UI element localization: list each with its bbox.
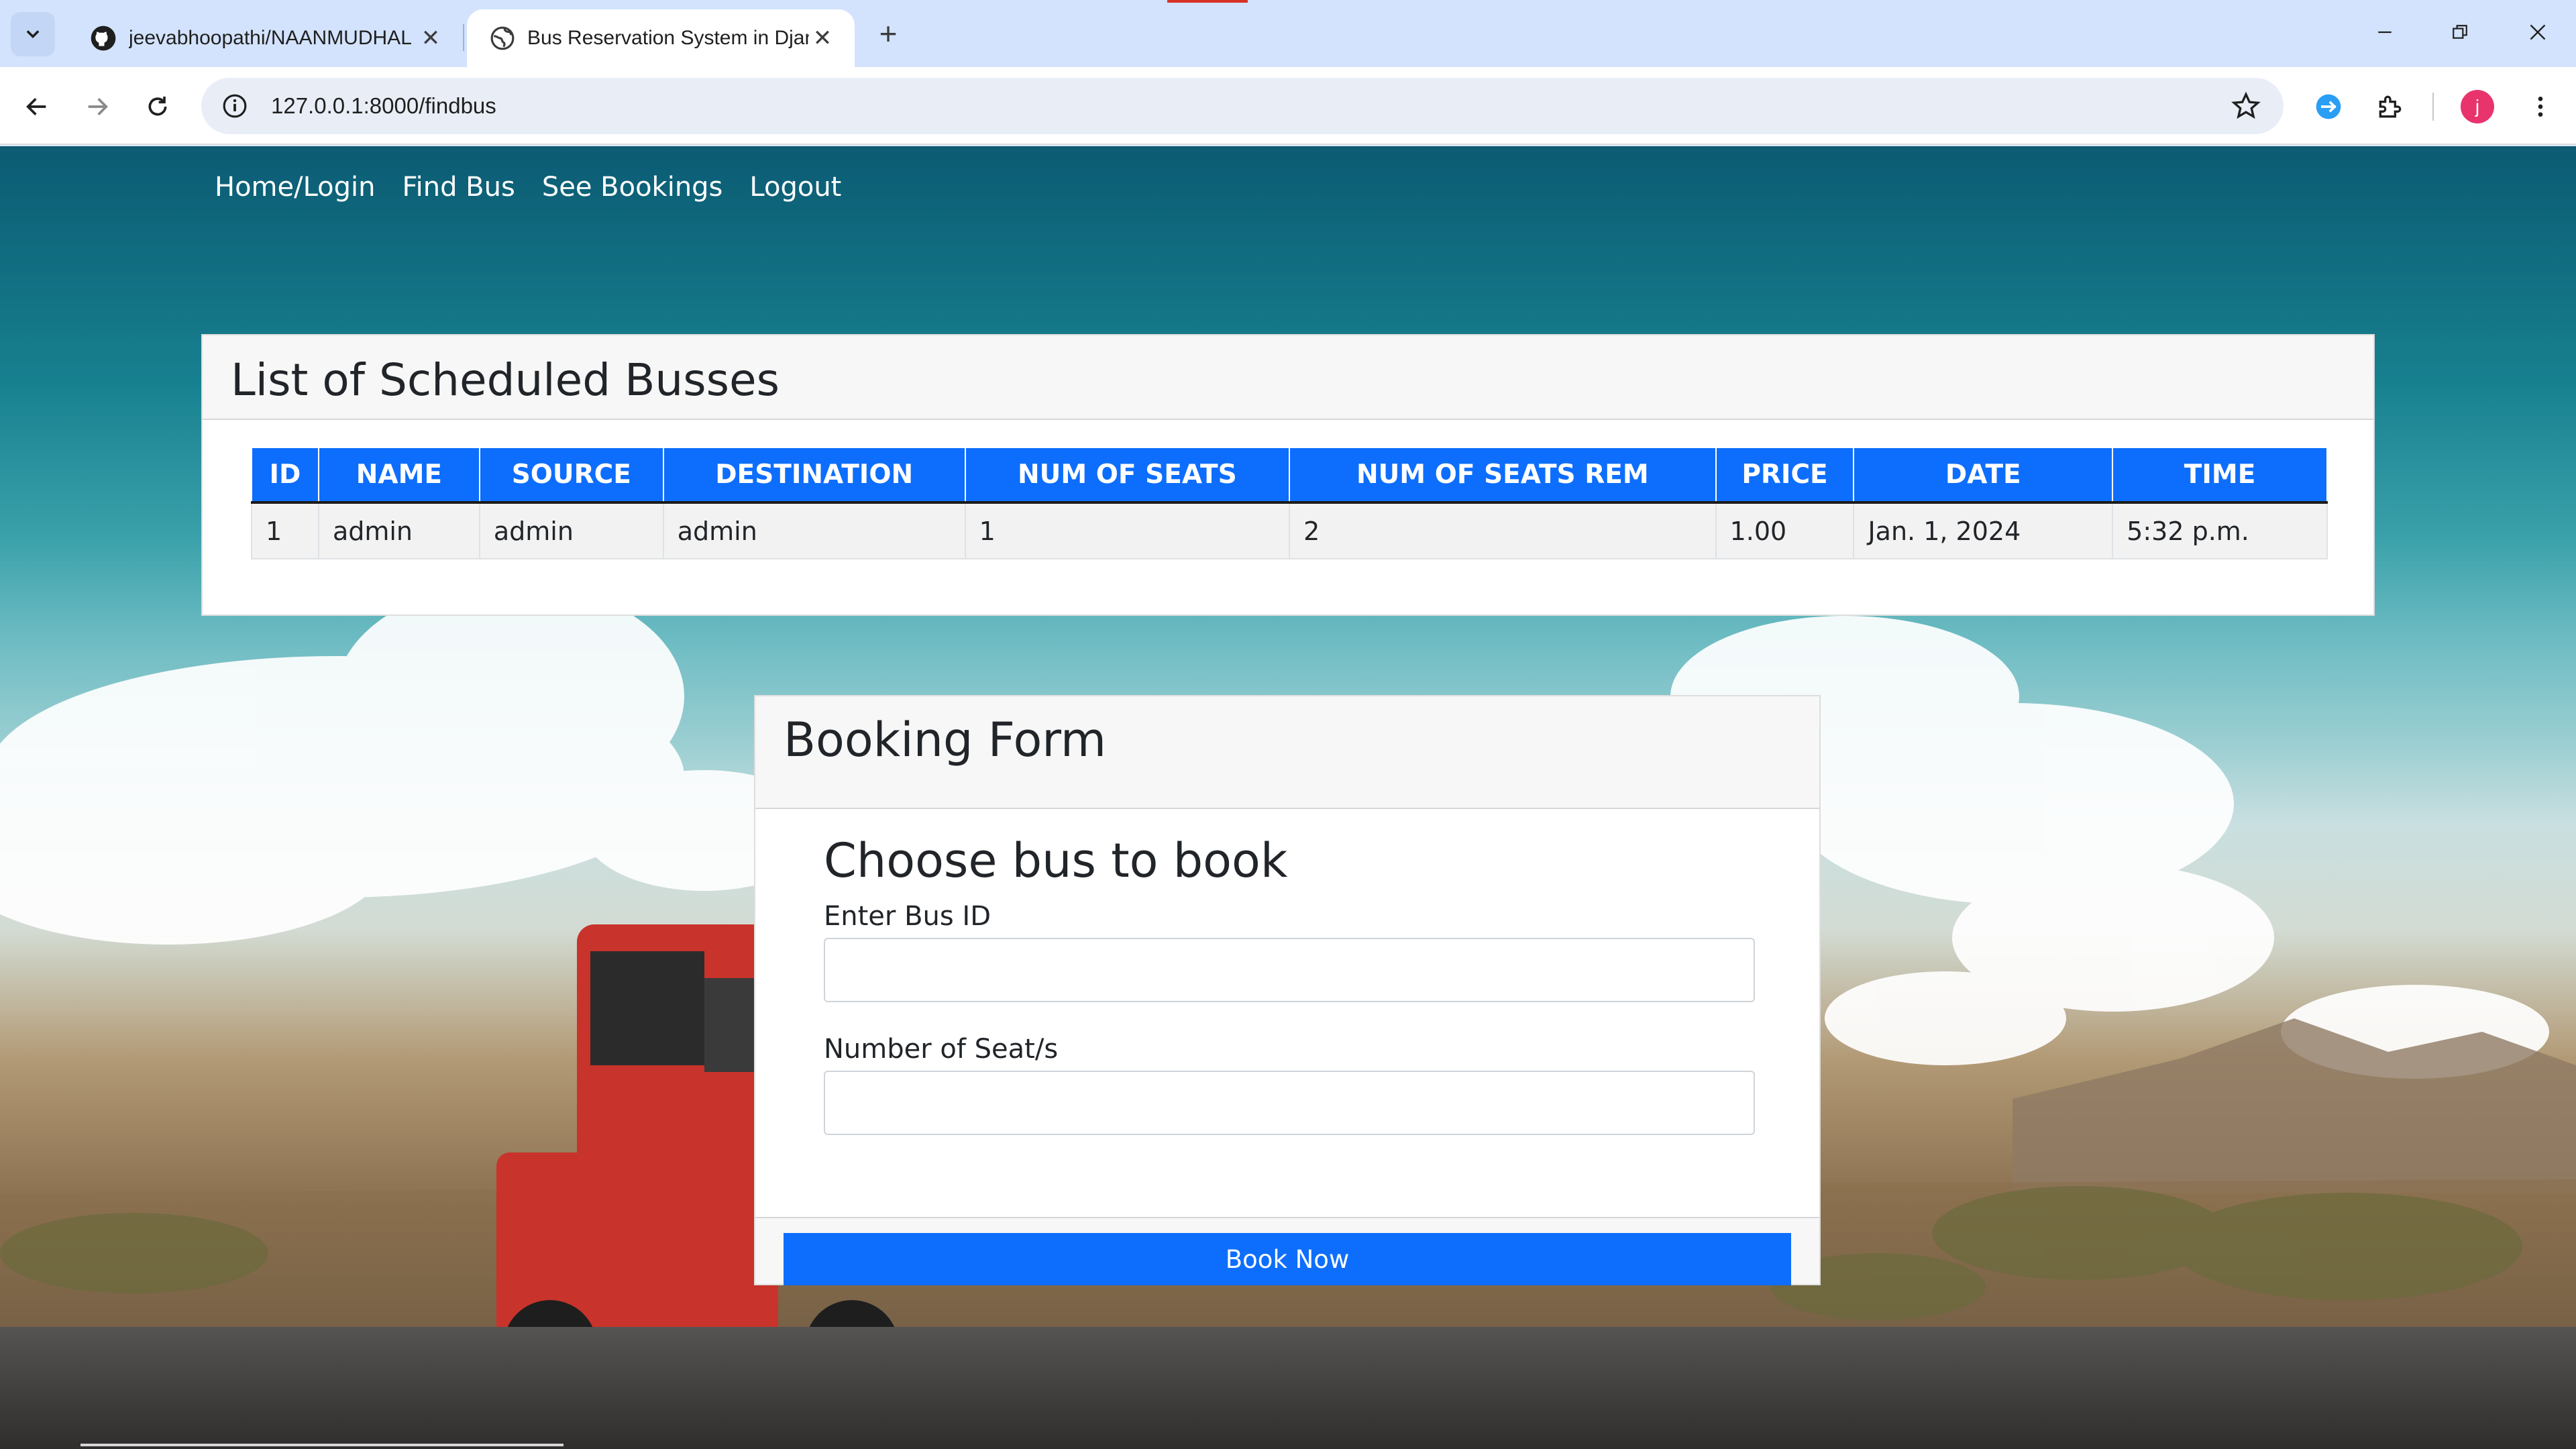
cell-id: 1 — [251, 502, 319, 559]
globe-icon — [490, 26, 515, 50]
tab-search-button[interactable] — [11, 12, 55, 56]
booking-form-footer: Book Now — [755, 1217, 1819, 1285]
cell-num-of-seats: 1 — [964, 502, 1291, 559]
column-header-num-of-seats: NUM OF SEATS — [964, 447, 1291, 504]
more-vert-icon — [2538, 97, 2543, 117]
main-nav: Home/Login Find Bus See Bookings Logout — [215, 172, 841, 203]
cell-price: 1.00 — [1715, 502, 1855, 559]
reload-button[interactable] — [137, 86, 178, 127]
chevron-down-icon — [26, 30, 40, 38]
column-header-name: NAME — [317, 447, 480, 504]
close-icon[interactable]: ✕ — [809, 25, 836, 52]
book-now-button[interactable]: Book Now — [784, 1233, 1791, 1285]
address-bar[interactable]: 127.0.0.1:8000/findbus — [201, 78, 2284, 134]
restore-icon — [2453, 25, 2467, 39]
table-header-row: ID NAME SOURCE DESTINATION NUM OF SEATS … — [251, 447, 2328, 504]
booking-form: Choose bus to book Enter Bus ID Number o… — [824, 837, 1756, 1135]
seats-input[interactable] — [824, 1071, 1755, 1135]
site-info-button[interactable] — [207, 78, 263, 134]
table-row: 1 admin admin admin 1 2 1.00 Jan. 1, 202… — [251, 502, 2328, 559]
bus-list-card: List of Scheduled Busses ID NAME SOURCE … — [201, 334, 2375, 616]
new-tab-button[interactable]: + — [869, 15, 907, 52]
nav-link-see-bookings[interactable]: See Bookings — [542, 172, 723, 203]
nav-link-find-bus[interactable]: Find Bus — [402, 172, 515, 203]
column-header-time: TIME — [2112, 447, 2328, 504]
browser-menu-button[interactable] — [2522, 89, 2559, 125]
bus-list-title: List of Scheduled Busses — [203, 335, 2373, 420]
seats-label: Number of Seat/s — [824, 1034, 1059, 1065]
road — [0, 1327, 2576, 1449]
cell-time: 5:32 p.m. — [2112, 502, 2328, 559]
url-text: 127.0.0.1:8000/findbus — [271, 93, 496, 118]
booking-form-subtitle: Choose bus to book — [824, 833, 1288, 888]
column-header-num-of-seats-rem: NUM OF SEATS REM — [1289, 447, 1717, 504]
booking-form-card: Booking Form Choose bus to book Enter Bu… — [754, 695, 1821, 1285]
nav-link-logout[interactable]: Logout — [749, 172, 841, 203]
column-header-price: PRICE — [1715, 447, 1855, 504]
github-icon — [91, 25, 116, 51]
column-header-source: SOURCE — [478, 447, 664, 504]
browser-tabstrip: jeevabhoopathi/NAANMUDHAL ✕ Bus Reservat… — [0, 0, 2576, 67]
profile-avatar[interactable]: j — [2461, 90, 2494, 123]
nav-link-home-login[interactable]: Home/Login — [215, 172, 376, 203]
booking-form-title: Booking Form — [755, 696, 1819, 809]
tab-divider — [463, 24, 464, 51]
puzzle-icon — [2379, 95, 2402, 118]
toolbar-separator — [2432, 93, 2434, 121]
cell-destination: admin — [662, 502, 966, 559]
cell-source: admin — [478, 502, 664, 559]
minimize-icon — [2378, 31, 2392, 34]
column-header-destination: DESTINATION — [662, 447, 966, 504]
close-icon[interactable]: ✕ — [417, 25, 444, 52]
page-viewport: Home/Login Find Bus See Bookings Logout … — [0, 146, 2576, 1449]
info-icon — [223, 94, 247, 118]
extension-button[interactable] — [2310, 89, 2347, 125]
cell-num-of-seats-rem: 2 — [1289, 502, 1717, 559]
reload-icon — [148, 97, 167, 116]
restore-button[interactable] — [2436, 12, 2483, 52]
browser-tab-bus-reservation[interactable]: Bus Reservation System in Djan ✕ — [467, 9, 855, 67]
bus-id-input[interactable] — [824, 938, 1755, 1002]
browser-tab-github[interactable]: jeevabhoopathi/NAANMUDHAL ✕ — [67, 9, 463, 67]
column-header-id: ID — [251, 447, 319, 504]
minimize-button[interactable] — [2361, 12, 2408, 52]
arrow-right-icon — [88, 98, 108, 115]
back-button[interactable] — [16, 86, 58, 127]
close-icon — [2530, 24, 2546, 40]
extension-app-icon — [2316, 94, 2341, 119]
extensions-menu-button[interactable] — [2372, 89, 2408, 125]
cell-date: Jan. 1, 2024 — [1853, 502, 2114, 559]
browser-toolbar: 127.0.0.1:8000/findbus — [0, 67, 2576, 145]
horizontal-scroll-indicator — [80, 1444, 564, 1446]
tab-title: jeevabhoopathi/NAANMUDHAL — [129, 27, 412, 49]
column-header-date: DATE — [1853, 447, 2114, 504]
arrow-left-icon — [26, 98, 46, 115]
forward-button[interactable] — [76, 86, 118, 127]
cell-name: admin — [317, 502, 480, 559]
bus-id-label: Enter Bus ID — [824, 901, 991, 932]
loading-indicator — [1167, 0, 1248, 3]
tab-title: Bus Reservation System in Djan — [527, 27, 809, 49]
window-close-button[interactable] — [2514, 12, 2561, 52]
bookmark-star-icon[interactable] — [2231, 91, 2261, 121]
bus-table: ID NAME SOURCE DESTINATION NUM OF SEATS … — [251, 447, 2328, 559]
